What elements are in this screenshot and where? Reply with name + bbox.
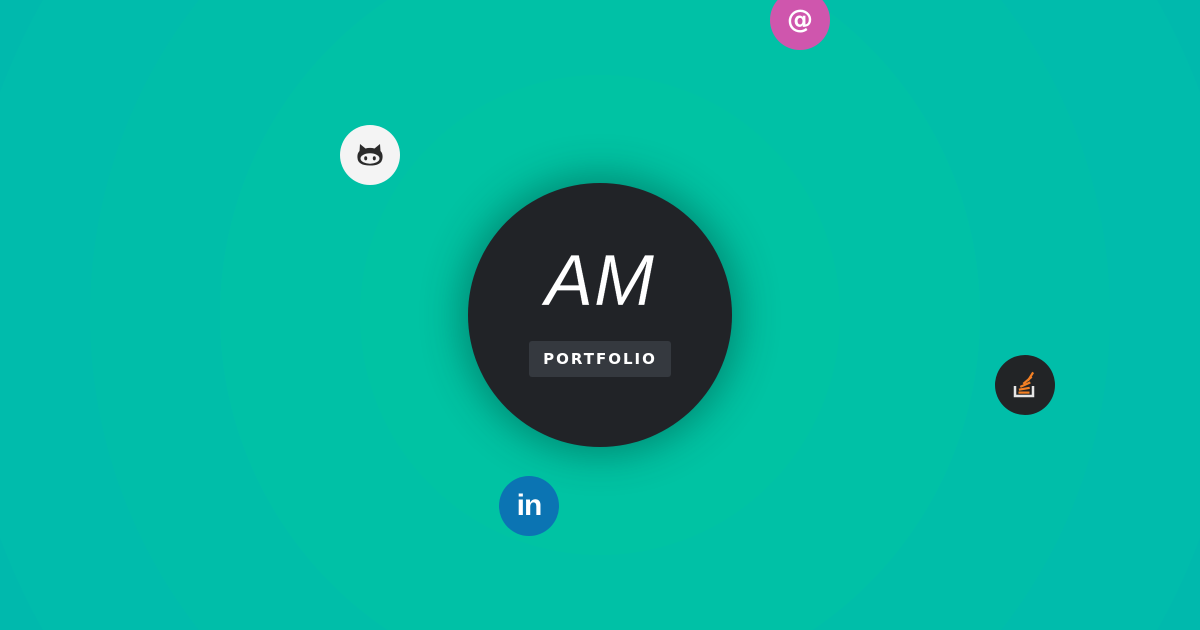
- linkedin-link[interactable]: in: [499, 476, 559, 536]
- portfolio-splash: AM PORTFOLIO @ in: [0, 0, 1200, 630]
- github-octocat-icon: [357, 144, 383, 166]
- monogram: AM: [545, 241, 655, 321]
- at-sign-icon: @: [787, 5, 813, 35]
- stackoverflow-icon: [1013, 371, 1035, 398]
- email-link[interactable]: @: [770, 0, 830, 50]
- linkedin-icon: in: [516, 489, 543, 522]
- portfolio-button[interactable]: PORTFOLIO: [529, 341, 671, 377]
- logo-circle: AM PORTFOLIO: [468, 183, 732, 447]
- stackoverflow-link[interactable]: [995, 355, 1055, 415]
- github-link[interactable]: [340, 125, 400, 185]
